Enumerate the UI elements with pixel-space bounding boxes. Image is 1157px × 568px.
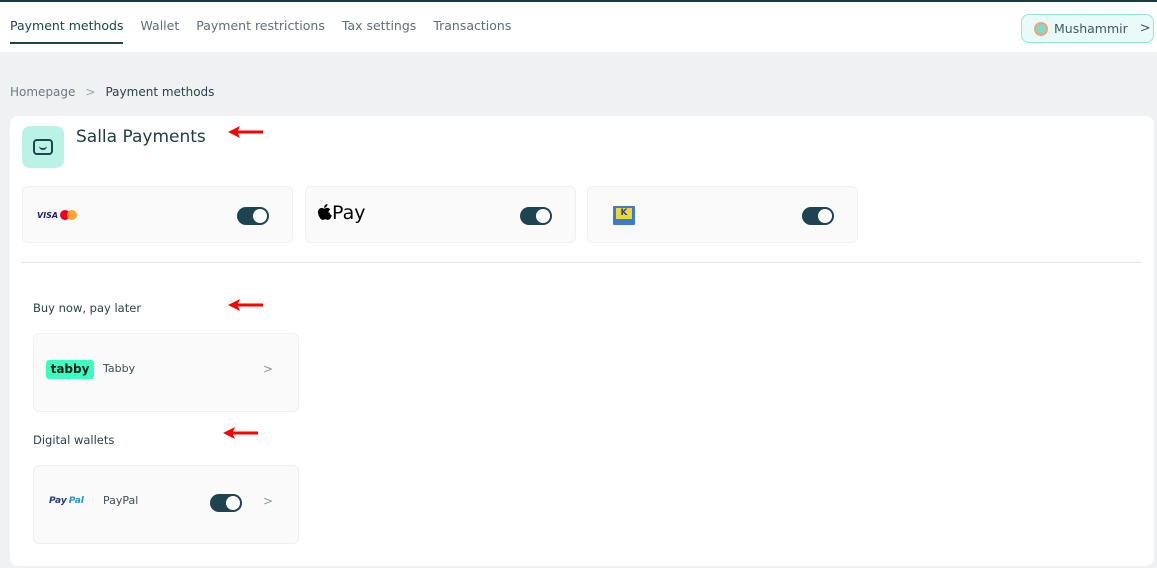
visa-mastercard-logo-icon: VISA	[37, 210, 78, 220]
provider-card-paypal[interactable]: Pay Pal PayPal >	[33, 465, 299, 544]
provider-card-tabby[interactable]: tabby Tabby >	[33, 333, 299, 412]
breadcrumb-home-link[interactable]: Homepage	[10, 85, 75, 99]
method-card-visa-mastercard: VISA	[22, 186, 293, 243]
breadcrumb: Homepage > Payment methods	[10, 85, 214, 99]
method-card-apple-pay: Pay	[305, 186, 576, 243]
breadcrumb-separator: >	[85, 85, 96, 99]
annotation-arrow-icon	[228, 299, 263, 311]
tabby-logo-icon: tabby	[46, 360, 94, 379]
salla-logo-icon	[22, 126, 64, 168]
tab-wallet[interactable]: Wallet	[140, 18, 179, 44]
user-menu-button[interactable]: Mushammir >	[1021, 14, 1154, 43]
top-nav-bar: Payment methods Wallet Payment restricti…	[0, 0, 1157, 52]
payment-methods-card: Salla Payments VISA Pay K Buy now, pay l…	[10, 116, 1154, 566]
apple-pay-logo-icon: Pay	[317, 202, 366, 224]
chevron-right-icon: >	[263, 494, 274, 508]
annotation-arrow-icon	[228, 126, 263, 138]
tab-payment-restrictions[interactable]: Payment restrictions	[196, 18, 325, 44]
avatar	[1034, 21, 1048, 36]
chevron-right-icon: >	[1139, 21, 1151, 36]
apple-pay-toggle[interactable]	[520, 207, 552, 225]
breadcrumb-current: Payment methods	[105, 85, 215, 99]
knet-toggle[interactable]	[802, 207, 834, 225]
visa-mastercard-toggle[interactable]	[237, 207, 269, 225]
section-divider	[21, 262, 1141, 263]
paypal-toggle[interactable]	[210, 494, 242, 512]
tab-tax-settings[interactable]: Tax settings	[342, 18, 416, 44]
annotation-arrow-icon	[223, 427, 258, 439]
tab-payment-methods[interactable]: Payment methods	[10, 18, 124, 44]
provider-name: PayPal	[103, 494, 139, 507]
nav-tabs: Payment methods Wallet Payment restricti…	[10, 18, 511, 44]
paypal-logo-icon: Pay Pal	[49, 496, 84, 506]
knet-logo-icon: K	[613, 206, 635, 225]
user-name: Mushammir	[1054, 21, 1128, 36]
method-card-knet: K	[587, 186, 858, 243]
chevron-right-icon: >	[263, 362, 274, 376]
provider-name: Tabby	[103, 362, 136, 375]
bnpl-section-title: Buy now, pay later	[33, 301, 142, 315]
page-title: Salla Payments	[76, 127, 206, 147]
wallets-section-title: Digital wallets	[33, 433, 115, 447]
tab-transactions[interactable]: Transactions	[433, 18, 511, 44]
